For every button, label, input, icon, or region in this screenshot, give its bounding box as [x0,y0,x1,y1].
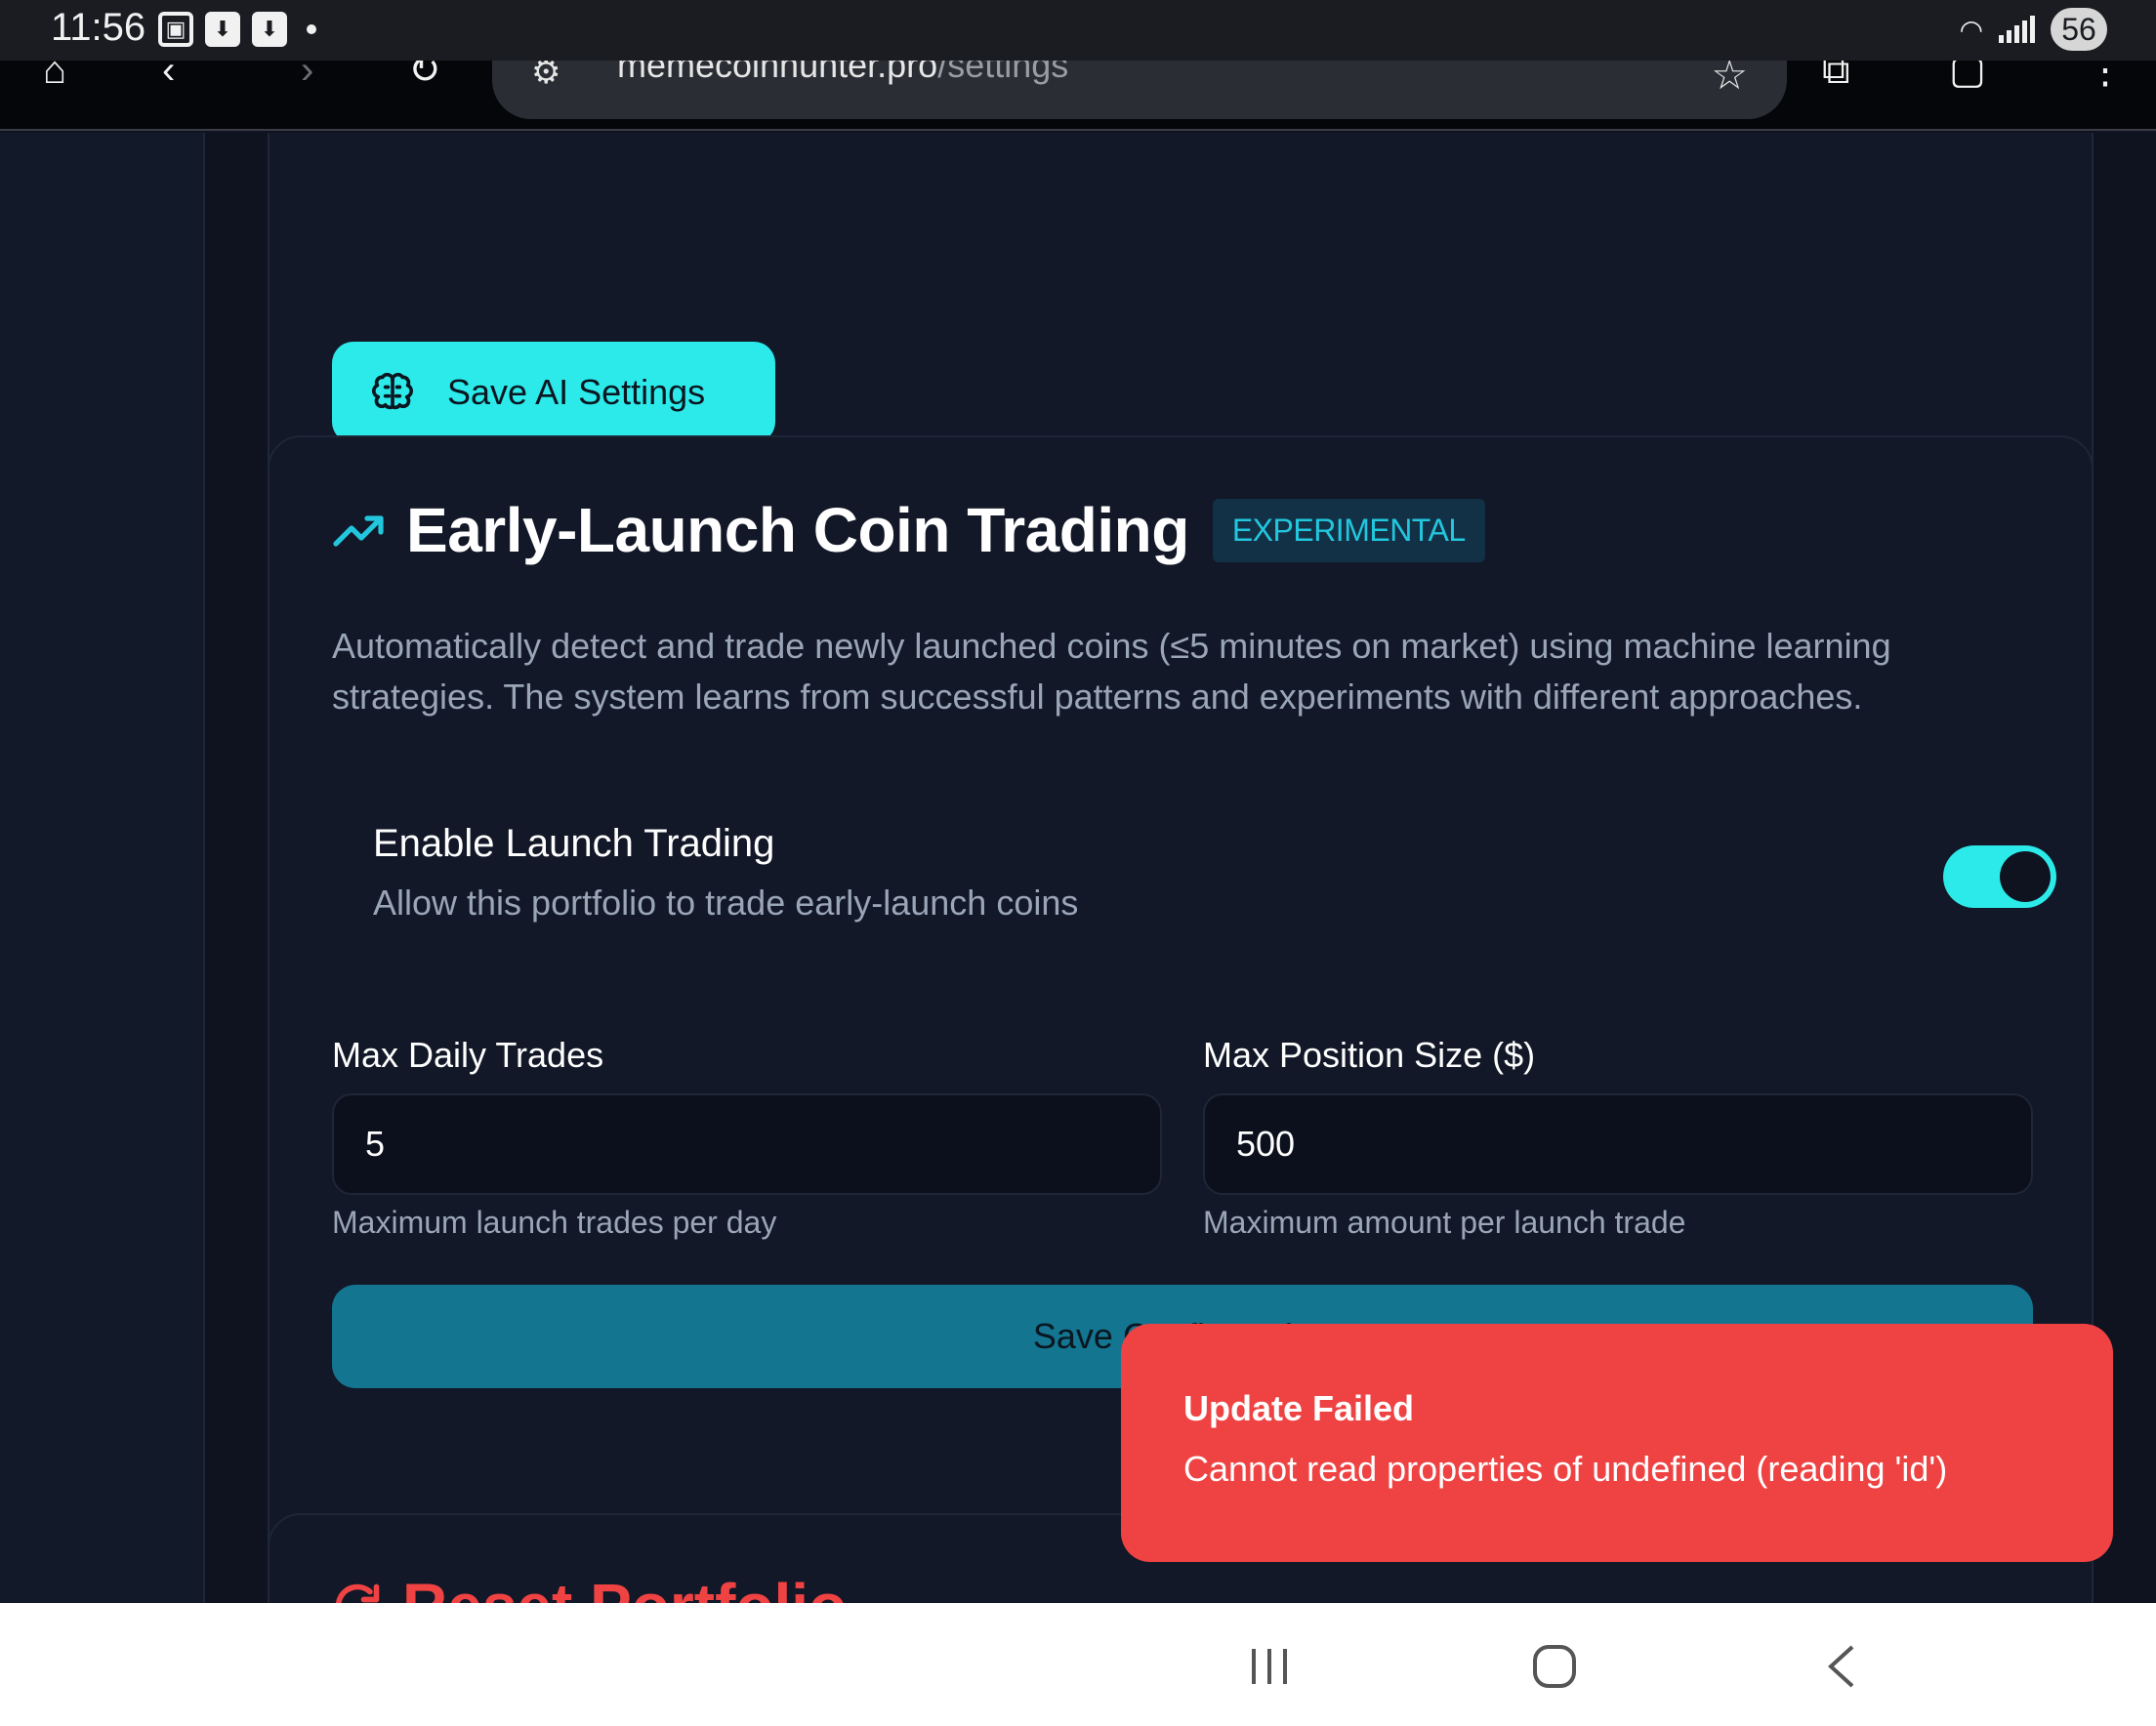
max-position-size-input[interactable] [1203,1093,2033,1195]
recent-apps-icon [1252,1649,1287,1684]
reset-title-row: Reset Portfolio [332,1570,847,1603]
more-notifications-dot [307,24,316,34]
home-icon[interactable]: ⌂ [43,51,66,90]
back-button[interactable] [1812,1642,1871,1691]
max-position-size-label: Max Position Size ($) [1203,1035,1536,1075]
toast-title: Update Failed [1183,1388,1415,1428]
url-bar[interactable]: ⚙ memecoinhunter.pro/settings ☆ [492,45,1787,119]
enable-launch-trading-row: Enable Launch Trading Allow this portfol… [332,822,2056,968]
home-button[interactable] [1525,1642,1584,1691]
max-daily-trades-label: Max Daily Trades [332,1035,604,1075]
reset-portfolio-title: Reset Portfolio [402,1570,847,1603]
wifi-icon: ◠ [1959,14,1983,45]
brain-icon [371,372,414,410]
back-arrow-icon[interactable]: ‹ [162,51,175,90]
battery-indicator: 56 [2051,8,2107,51]
save-ai-settings-button[interactable]: Save AI Settings [332,342,775,443]
screenshot-icon: ▣ [158,12,193,47]
max-position-size-help: Maximum amount per launch trade [1203,1205,1686,1240]
status-right: ◠ 56 [1960,8,2107,51]
enable-launch-trading-toggle[interactable] [1943,845,2056,908]
trending-up-icon [333,515,384,547]
menu-kebab-icon[interactable]: ⋮ [2086,51,2125,90]
browser-toolbar: ⌂ ‹ › ↻ ⚙ memecoinhunter.pro/settings ☆ … [0,45,2156,131]
refresh-icon [335,1583,380,1603]
status-time: 11:56 [51,6,146,49]
sidebar [0,133,205,1603]
notification-icons: ▣ ⬇ ⬇ [158,12,316,47]
system-nav-bar [0,1603,2156,1726]
max-daily-trades-input[interactable] [332,1093,1162,1195]
experimental-badge: EXPERIMENTAL [1212,498,1485,562]
status-bar: 11:56 ▣ ⬇ ⬇ ◠ 56 [0,0,2156,61]
section-description: Automatically detect and trade newly lau… [332,626,1891,717]
save-ai-settings-label: Save AI Settings [447,372,706,412]
toggle-knob [2000,851,2051,902]
max-daily-trades-help: Maximum launch trades per day [332,1205,777,1240]
section-title: Early-Launch Coin Trading [406,495,1189,565]
reload-icon[interactable]: ↻ [408,51,441,90]
translate-icon[interactable]: ⧉ [1822,51,1850,90]
toggle-subtitle: Allow this portfolio to trade early-laun… [373,883,1079,923]
tabs-icon[interactable]: ▢ [1949,51,1986,90]
download-icon: ⬇ [205,12,240,47]
forward-arrow-icon[interactable]: › [301,51,313,90]
recent-apps-button[interactable] [1240,1642,1299,1691]
download-icon-2: ⬇ [252,12,287,47]
home-circle-icon [1533,1645,1576,1688]
error-toast[interactable]: Update Failed Cannot read properties of … [1121,1324,2113,1562]
toast-message: Cannot read properties of undefined (rea… [1183,1449,1948,1489]
signal-icon [1999,16,2035,43]
back-chevron-icon [1828,1645,1854,1688]
toggle-title: Enable Launch Trading [373,822,775,865]
section-title-row: Early-Launch Coin Trading EXPERIMENTAL [332,494,1485,566]
